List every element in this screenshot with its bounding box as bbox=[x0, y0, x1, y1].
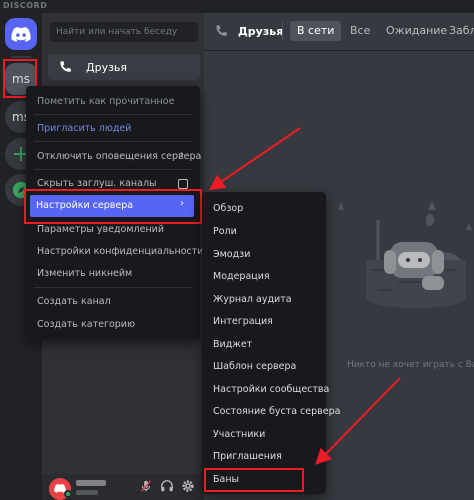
annotation-arrows bbox=[208, 127, 401, 465]
arrow-to-bans bbox=[315, 377, 401, 465]
arrow-to-settings bbox=[208, 127, 301, 191]
